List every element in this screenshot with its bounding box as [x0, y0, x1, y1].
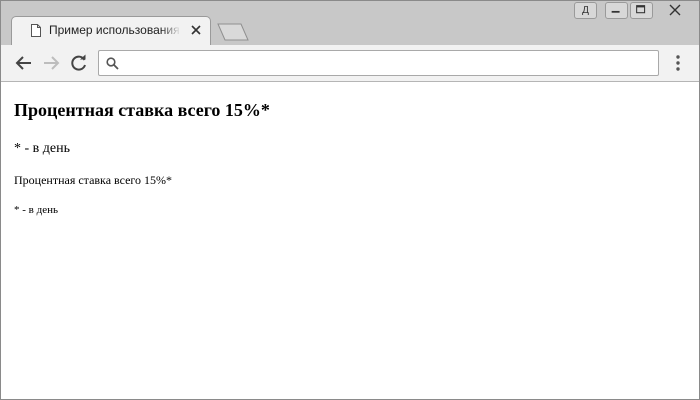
footnote-large: * - в день [14, 141, 70, 156]
profile-label: Д [582, 5, 589, 16]
page-content: Процентная ставка всего 15%* * - в день … [1, 82, 699, 399]
search-icon [106, 57, 119, 70]
reload-icon[interactable] [69, 53, 89, 73]
browser-toolbar [1, 45, 699, 82]
address-bar[interactable] [98, 50, 659, 76]
browser-tab[interactable]: Пример использования эле [11, 16, 211, 45]
close-window-button[interactable] [655, 2, 695, 19]
new-tab-button[interactable] [217, 23, 249, 41]
minimize-icon [611, 10, 620, 13]
minimize-button[interactable] [605, 2, 628, 19]
footnote-small: * - в день [14, 204, 58, 216]
browser-window: Пример использования эле Д [0, 0, 700, 400]
kebab-menu-icon[interactable] [669, 53, 687, 73]
maximize-button[interactable] [630, 2, 653, 19]
tab-strip: Пример использования эле Д [1, 1, 699, 45]
back-arrow-icon[interactable] [14, 53, 34, 73]
close-icon [669, 4, 681, 16]
forward-arrow-icon[interactable] [41, 53, 61, 73]
rate-text-small: Процентная ставка всего 15%* [14, 173, 173, 187]
close-tab-icon[interactable] [190, 24, 202, 36]
restore-icon [636, 5, 646, 14]
document-icon [31, 24, 41, 37]
tab-title: Пример использования эле [49, 23, 181, 37]
address-input[interactable] [127, 54, 647, 72]
profile-button[interactable]: Д [574, 2, 597, 19]
page-heading: Процентная ставка всего 15%* [14, 100, 270, 120]
